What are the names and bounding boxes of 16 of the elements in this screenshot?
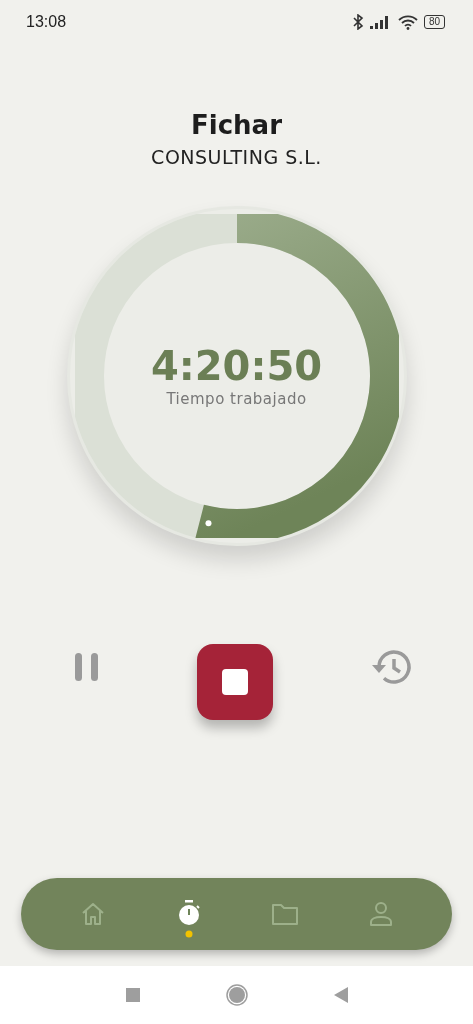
elapsed-label: Tiempo trabajado: [166, 390, 307, 408]
stop-button[interactable]: [196, 644, 273, 720]
history-icon[interactable]: [369, 647, 413, 687]
status-time: 13:08: [26, 13, 67, 31]
recents-icon[interactable]: [125, 988, 140, 1002]
pause-icon[interactable]: [74, 652, 100, 682]
battery-level: 80: [423, 15, 445, 29]
back-icon[interactable]: [333, 987, 348, 1003]
wifi-icon: [397, 14, 418, 30]
page-title: Fichar: [191, 109, 282, 142]
bluetooth-icon: [351, 14, 364, 30]
elapsed-time: 4:20:50: [150, 344, 323, 388]
company-name: CONSULTING S.L.: [151, 146, 322, 168]
stop-icon: [221, 669, 248, 695]
home-icon[interactable]: [225, 984, 248, 1006]
progress-marker-icon: [205, 520, 211, 527]
